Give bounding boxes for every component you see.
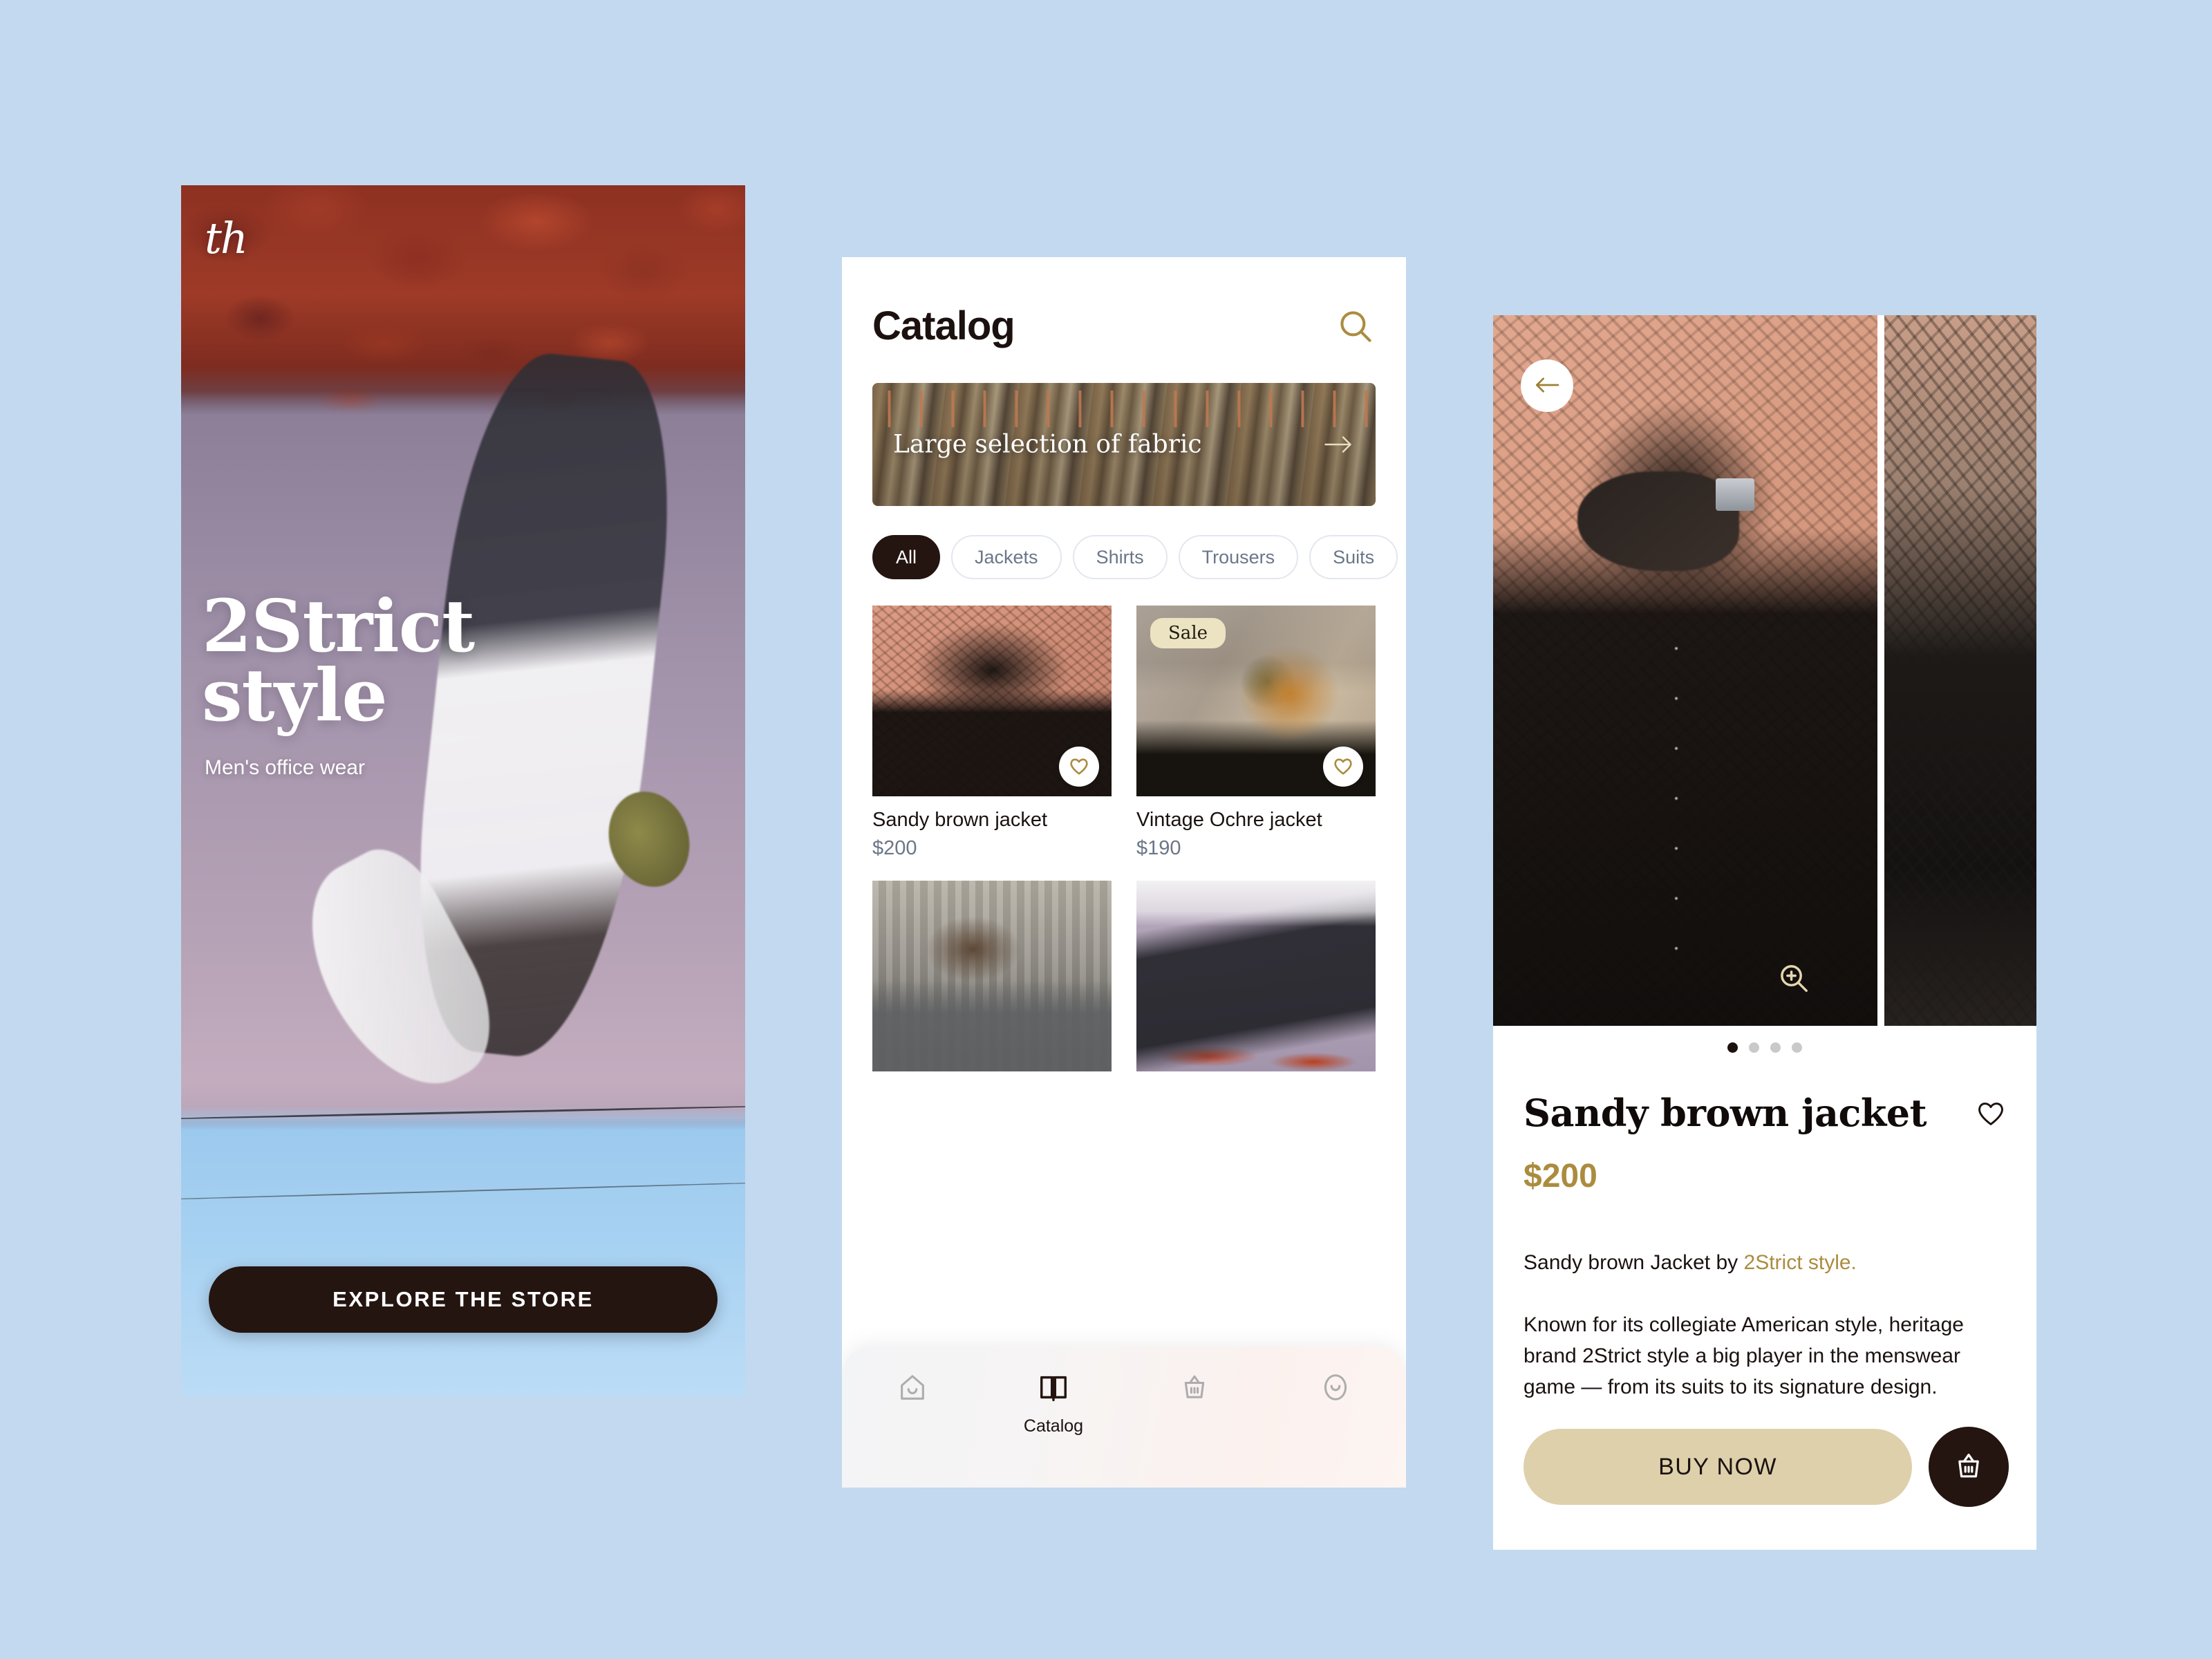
product-gallery-main-image[interactable] (1493, 315, 1877, 1026)
product-gallery[interactable] (1493, 315, 2036, 1026)
gallery-watch-decoration (1716, 478, 1755, 511)
basket-icon (1952, 1450, 1985, 1485)
brand-link[interactable]: 2Strict style. (1744, 1251, 1857, 1274)
page-title: 2Strict style (202, 590, 686, 738)
product-image (1136, 881, 1376, 1071)
search-icon (1335, 306, 1376, 346)
pagination-dot-1[interactable] (1727, 1042, 1738, 1053)
splash-rail-decoration-2 (181, 1181, 745, 1201)
favorite-button[interactable] (1059, 747, 1099, 787)
headline-line-2: style (202, 652, 388, 738)
catalog-header: Catalog (872, 303, 1376, 349)
product-card[interactable]: Sale Vintage Ochre jacket $190 (1136, 606, 1376, 860)
explore-the-store-button[interactable]: EXPLORE THE STORE (209, 1266, 718, 1333)
splash-hero-image (181, 185, 745, 1396)
promo-banner-label: Large selection of fabric (893, 430, 1202, 459)
product-image (872, 881, 1112, 1071)
chip-all[interactable]: All (872, 535, 941, 579)
catalog-screen: Catalog Large selection of fabric All Ja… (842, 257, 1406, 1488)
bottom-tab-bar: Catalog (842, 1347, 1406, 1488)
product-lead-text: Sandy brown Jacket by 2Strict style. (1524, 1248, 2006, 1277)
product-detail-screen: Sandy brown jacket $200 Sandy brown Jack… (1493, 315, 2036, 1550)
product-image (872, 606, 1112, 796)
product-price: $190 (1136, 837, 1181, 859)
status-badge: Sale (1150, 618, 1226, 648)
zoom-in-icon (1776, 960, 1812, 998)
product-title-row: Sandy brown jacket (1524, 1091, 2006, 1135)
heart-icon (1333, 756, 1353, 778)
product-image: Sale (1136, 606, 1376, 796)
tab-basket[interactable] (1124, 1371, 1265, 1416)
splash-subtitle: Men's office wear (205, 756, 365, 779)
tab-home[interactable] (842, 1371, 983, 1416)
gallery-buttons-decoration (1674, 641, 1680, 955)
tab-catalog[interactable]: Catalog (983, 1371, 1124, 1436)
brand-logo: th (205, 213, 248, 263)
product-lead-prefix: Sandy brown Jacket by (1524, 1251, 1744, 1274)
purchase-actions: BUY NOW (1524, 1427, 2009, 1507)
zoom-in-button[interactable] (1773, 958, 1815, 1000)
product-description: Known for its collegiate American style,… (1524, 1313, 1964, 1398)
heart-icon (1069, 756, 1089, 778)
category-chip-list[interactable]: All Jackets Shirts Trousers Suits U (872, 535, 1398, 579)
chip-trousers[interactable]: Trousers (1178, 535, 1299, 579)
chip-suits[interactable]: Suits (1309, 535, 1398, 579)
profile-icon (1320, 1371, 1351, 1405)
tab-profile[interactable] (1265, 1371, 1406, 1416)
chip-jackets[interactable]: Jackets (951, 535, 1062, 579)
product-card[interactable] (1136, 881, 1376, 1084)
promo-banner[interactable]: Large selection of fabric (872, 383, 1376, 506)
gallery-pagination-dots[interactable] (1493, 1042, 2036, 1053)
product-title: Sandy brown jacket (1524, 1091, 1927, 1135)
splash-rail-decoration (181, 1105, 745, 1121)
chip-shirts[interactable]: Shirts (1072, 535, 1168, 579)
arrow-right-icon (1323, 434, 1355, 455)
basket-icon (1179, 1371, 1210, 1405)
product-price: $200 (872, 837, 917, 859)
pagination-dot-3[interactable] (1770, 1042, 1781, 1053)
add-to-cart-button[interactable] (1929, 1427, 2009, 1507)
arrow-left-icon (1533, 374, 1561, 398)
product-name: Sandy brown jacket (872, 809, 1048, 831)
tab-catalog-label: Catalog (1023, 1416, 1084, 1436)
gallery-hand-decoration (1577, 471, 1739, 572)
page-title: Catalog (872, 303, 1015, 348)
product-price: $200 (1524, 1158, 1597, 1194)
promo-hangers-decoration (872, 390, 1376, 428)
home-icon (897, 1371, 928, 1405)
heart-icon (1976, 1099, 2006, 1127)
product-card[interactable]: Sandy brown jacket $200 (872, 606, 1112, 860)
pagination-dot-4[interactable] (1792, 1042, 1802, 1053)
product-grid: Sandy brown jacket $200 Sale Vintage Och… (872, 606, 1376, 1084)
book-icon (1038, 1371, 1069, 1405)
product-card[interactable] (872, 881, 1112, 1084)
splash-screen: th 2Strict style Men's office wear EXPLO… (181, 185, 745, 1396)
pagination-dot-2[interactable] (1749, 1042, 1759, 1053)
product-gallery-next-image[interactable] (1884, 315, 2036, 1026)
search-button[interactable] (1335, 306, 1376, 346)
buy-now-button[interactable]: BUY NOW (1524, 1429, 1912, 1505)
favorite-button[interactable] (1976, 1099, 2006, 1127)
favorite-button[interactable] (1323, 747, 1363, 787)
back-button[interactable] (1521, 359, 1573, 412)
product-name: Vintage Ochre jacket (1136, 809, 1322, 831)
